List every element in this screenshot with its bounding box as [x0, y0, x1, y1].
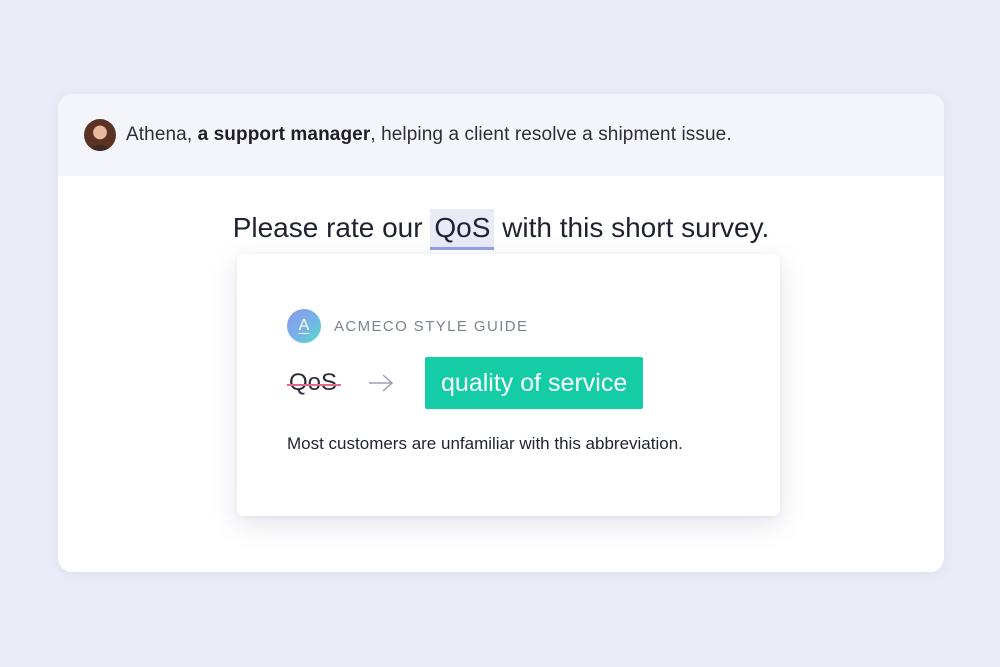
- style-guide-header: A ACMECO STYLE GUIDE: [287, 309, 528, 343]
- arrow-right-icon: [367, 373, 395, 393]
- suggestion-explanation: Most customers are unfamiliar with this …: [287, 434, 683, 453]
- suggestion-popup: A ACMECO STYLE GUIDE QoS quality of serv…: [237, 254, 780, 516]
- flagged-term[interactable]: QoS: [430, 209, 495, 250]
- persona-context: , helping a client resolve a shipment is…: [370, 124, 732, 145]
- persona-name: Athena: [126, 124, 187, 145]
- sentence-before: Please rate our: [232, 212, 431, 243]
- editor-sentence: Please rate our QoS with this short surv…: [58, 208, 944, 250]
- persona-description: Athena, a support manager, helping a cli…: [126, 124, 732, 145]
- message-card: Athena, a support manager, helping a cli…: [58, 94, 944, 572]
- replacement-suggestion-button[interactable]: quality of service: [425, 357, 644, 409]
- style-guide-title: ACMECO STYLE GUIDE: [334, 317, 529, 335]
- replacement-row: QoS quality of service: [286, 357, 644, 409]
- sentence-after: with this short survey.: [494, 212, 770, 243]
- original-term: QoS: [286, 369, 342, 396]
- persona-role: a support manager: [197, 124, 371, 145]
- avatar: [84, 119, 116, 151]
- style-guide-logo-icon: A: [287, 309, 321, 343]
- card-header: Athena, a support manager, helping a cli…: [58, 94, 944, 176]
